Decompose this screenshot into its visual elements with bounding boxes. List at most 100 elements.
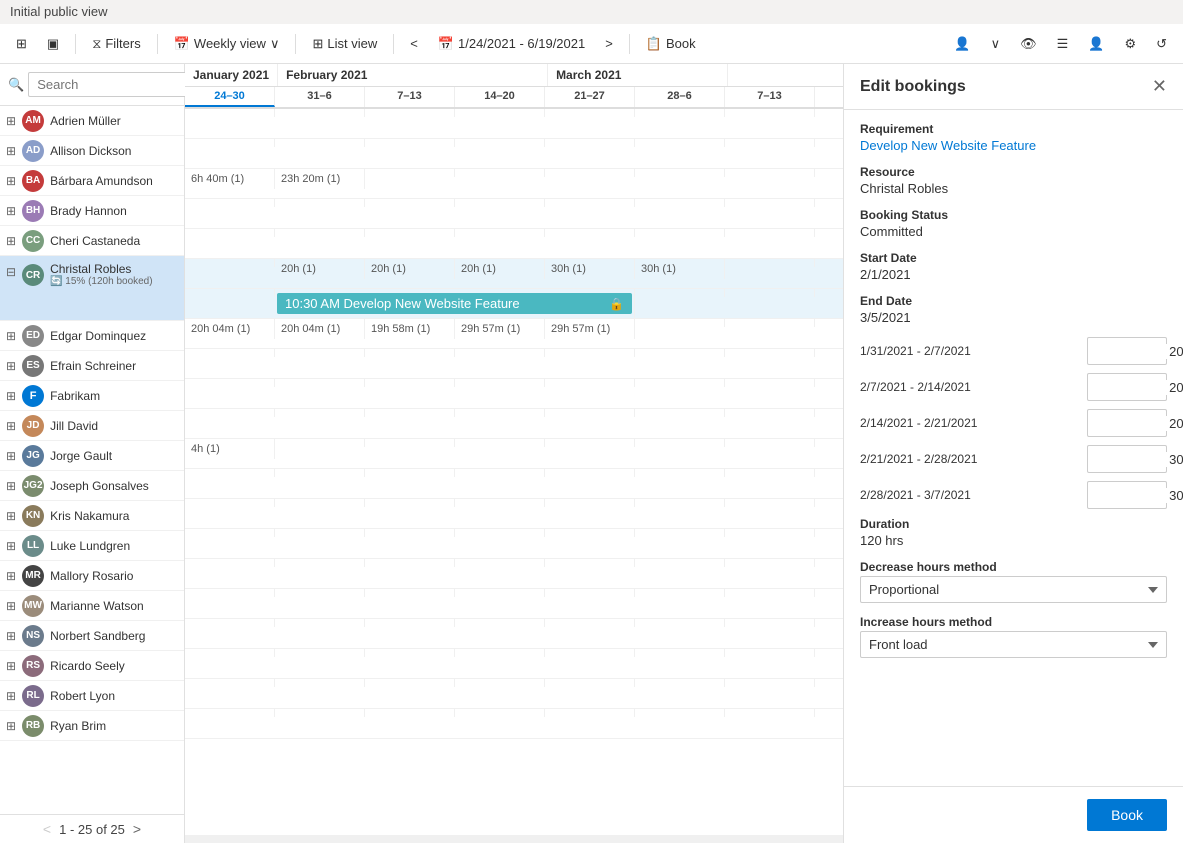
list-item[interactable]: ⊞ JG Jorge Gault xyxy=(0,441,184,471)
cal-cell xyxy=(185,499,275,507)
cal-cell: 20h (1) xyxy=(275,259,365,279)
list-item[interactable]: ⊞ AD Allison Dickson xyxy=(0,136,184,166)
filters-btn[interactable]: ⧖ Filters xyxy=(84,32,149,56)
cal-cell xyxy=(455,709,545,717)
toggle-sidebar-btn[interactable]: ⊞ xyxy=(8,32,35,56)
cal-cell xyxy=(725,379,815,387)
cal-cell xyxy=(365,469,455,477)
search-bar: 🔍 ⇅ xyxy=(0,64,184,106)
rows-btn[interactable]: ☰ xyxy=(1049,32,1077,56)
requirement-label: Requirement xyxy=(860,122,1167,136)
resource-name: Mallory Rosario xyxy=(50,569,133,583)
cal-cell xyxy=(725,229,815,237)
list-item[interactable]: ⊞ RB Ryan Brim xyxy=(0,711,184,741)
collapse-btn[interactable]: ▣ xyxy=(39,32,67,56)
list-item[interactable]: ⊞ JG2 Joseph Gonsalves xyxy=(0,471,184,501)
cal-cell xyxy=(275,529,365,537)
hours-value-4[interactable] xyxy=(1088,488,1183,503)
decrease-hours-select[interactable]: Proportional Front load Back load xyxy=(860,576,1167,603)
hours-input-0[interactable]: ▲ ▼ xyxy=(1087,337,1167,365)
list-item[interactable]: ⊞ RL Robert Lyon xyxy=(0,681,184,711)
prev-page-btn[interactable]: < xyxy=(43,821,51,837)
hours-input-3[interactable]: ▲ ▼ xyxy=(1087,445,1167,473)
avatar: MW xyxy=(22,595,44,617)
list-item[interactable]: ⊞ LL Luke Lundgren xyxy=(0,531,184,561)
list-view-btn[interactable]: ⊞ List view xyxy=(304,32,385,56)
cal-cell xyxy=(725,469,815,477)
cal-cell xyxy=(545,589,635,597)
settings-btn[interactable]: ⚙ xyxy=(1116,32,1144,56)
list-item[interactable]: ⊞ NS Norbert Sandberg xyxy=(0,621,184,651)
cal-cell xyxy=(545,199,635,207)
resource-name: Bárbara Amundson xyxy=(50,174,153,188)
cal-cell xyxy=(185,679,275,687)
requirement-field: Requirement Develop New Website Feature xyxy=(860,122,1167,153)
next-date-btn[interactable]: > xyxy=(597,32,621,55)
list-item[interactable]: ⊞ JD Jill David xyxy=(0,411,184,441)
event-bar[interactable]: 10:30 AM Develop New Website Feature 🔒 xyxy=(277,293,632,314)
horizontal-scrollbar[interactable] xyxy=(185,835,843,843)
end-date-value: 3/5/2021 xyxy=(860,310,1167,325)
list-item[interactable]: ⊞ ED Edgar Dominquez xyxy=(0,321,184,351)
chevron-down2-btn[interactable]: ∨ xyxy=(983,32,1009,56)
month-feb: February 2021 xyxy=(278,64,548,86)
booking-status-label: Booking Status xyxy=(860,208,1167,222)
next-page-btn[interactable]: > xyxy=(133,821,141,837)
cal-cell xyxy=(275,469,365,477)
cal-cell xyxy=(275,199,365,207)
toolbar: ⊞ ▣ ⧖ Filters 📅 Weekly view ∨ ⊞ List vie… xyxy=(0,24,1183,64)
increase-hours-select[interactable]: Front load Back load Proportional xyxy=(860,631,1167,658)
prev-date-btn[interactable]: < xyxy=(402,32,426,55)
month-jan: January 2021 xyxy=(185,64,278,86)
list-item-selected[interactable]: ⊟ CR Christal Robles 🔄 15% (120h booked) xyxy=(0,256,184,321)
cal-cell xyxy=(635,469,725,477)
expand-icon: ⊞ xyxy=(6,719,16,733)
list-item[interactable]: ⊞ BA Bárbara Amundson xyxy=(0,166,184,196)
cal-cell xyxy=(635,199,725,207)
resource-name: Efrain Schreiner xyxy=(50,359,136,373)
hours-value-1[interactable] xyxy=(1088,380,1183,395)
hours-input-4[interactable]: ▲ ▼ xyxy=(1087,481,1167,509)
expand-icon: ⊞ xyxy=(6,659,16,673)
hours-value-3[interactable] xyxy=(1088,452,1183,467)
expand-icon: ⊞ xyxy=(6,509,16,523)
resource-icon-btn[interactable]: 👤 xyxy=(946,32,978,56)
list-item[interactable]: ⊞ RS Ricardo Seely xyxy=(0,651,184,681)
resource-name: Ricardo Seely xyxy=(50,659,125,673)
expand-icon: ⊞ xyxy=(6,539,16,553)
cal-cell xyxy=(635,649,725,657)
cal-cell xyxy=(545,649,635,657)
list-item[interactable]: ⊞ MR Mallory Rosario xyxy=(0,561,184,591)
hours-value-2[interactable] xyxy=(1088,416,1183,431)
refresh-btn[interactable]: ↺ xyxy=(1148,32,1175,56)
resource-list: ⊞ AM Adrien Müller ⊞ AD Allison Dickson … xyxy=(0,106,184,814)
book-button[interactable]: Book xyxy=(1087,799,1167,831)
calendar2-icon: 📅 xyxy=(438,36,454,52)
hours-value-0[interactable] xyxy=(1088,344,1183,359)
eye-btn[interactable]: 👁 xyxy=(1012,32,1045,56)
person-btn[interactable]: 👤 xyxy=(1080,32,1112,56)
increase-hours-label: Increase hours method xyxy=(860,615,1167,629)
avatar: KN xyxy=(22,505,44,527)
cal-cell xyxy=(545,619,635,627)
list-item[interactable]: ⊞ MW Marianne Watson xyxy=(0,591,184,621)
cal-cell xyxy=(275,559,365,567)
close-panel-btn[interactable]: ✕ xyxy=(1152,76,1167,97)
list-item[interactable]: ⊞ CC Cheri Castaneda xyxy=(0,226,184,256)
cal-cell xyxy=(725,199,815,207)
panel-header: Edit bookings ✕ xyxy=(844,64,1183,110)
panel-title: Edit bookings xyxy=(860,78,966,96)
avatar: RS xyxy=(22,655,44,677)
hours-input-2[interactable]: ▲ ▼ xyxy=(1087,409,1167,437)
cal-cell xyxy=(635,409,725,417)
list-item[interactable]: ⊞ KN Kris Nakamura xyxy=(0,501,184,531)
date-range-btn[interactable]: 📅 1/24/2021 - 6/19/2021 xyxy=(430,32,593,56)
list-item[interactable]: ⊞ BH Brady Hannon xyxy=(0,196,184,226)
list-item[interactable]: ⊞ ES Efrain Schreiner xyxy=(0,351,184,381)
list-item[interactable]: ⊞ F Fabrikam xyxy=(0,381,184,411)
avatar: ES xyxy=(22,355,44,377)
list-item[interactable]: ⊞ AM Adrien Müller xyxy=(0,106,184,136)
book-toolbar-btn[interactable]: 📋 Book xyxy=(638,32,704,56)
hours-input-1[interactable]: ▲ ▼ xyxy=(1087,373,1167,401)
weekly-view-btn[interactable]: 📅 Weekly view ∨ xyxy=(166,32,288,56)
